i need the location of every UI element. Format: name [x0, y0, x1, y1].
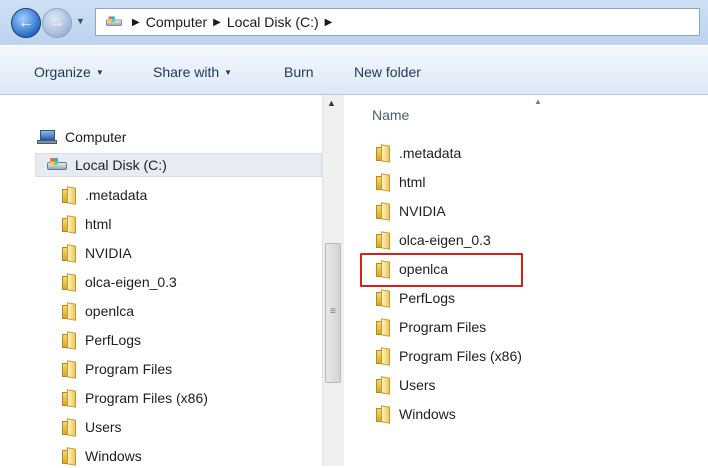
folder-icon — [376, 348, 391, 365]
local-disk-icon — [47, 158, 67, 172]
file-item-label: NVIDIA — [399, 203, 446, 219]
file-item-olca-eigen[interactable]: olca-eigen_0.3 — [376, 228, 491, 252]
column-header-name[interactable]: Name — [372, 107, 409, 123]
nav-item-computer[interactable]: Computer — [37, 125, 126, 149]
nav-item-local-disk[interactable]: Local Disk (C:) — [47, 153, 167, 177]
folder-icon — [62, 216, 77, 233]
forward-arrow-icon: → — [49, 14, 65, 31]
computer-icon — [37, 129, 57, 145]
scroll-up-arrow-icon[interactable]: ▲ — [327, 98, 336, 108]
nav-folder-perflogs[interactable]: PerfLogs — [62, 328, 141, 352]
nav-folder-users[interactable]: Users — [62, 415, 122, 439]
share-with-label: Share with — [153, 64, 220, 80]
file-item-program-files-x86[interactable]: Program Files (x86) — [376, 344, 522, 368]
nav-folder-label: Program Files (x86) — [85, 390, 208, 406]
file-item-users[interactable]: Users — [376, 373, 436, 397]
share-with-button[interactable]: Share with ▼ — [153, 64, 232, 80]
nav-folder-label: openlca — [85, 303, 135, 319]
nav-folder-program-files[interactable]: Program Files — [62, 357, 172, 381]
file-item-nvidia[interactable]: NVIDIA — [376, 199, 446, 223]
folder-icon — [62, 419, 77, 436]
breadcrumb-chevron-icon[interactable]: ▶ — [325, 17, 333, 28]
folder-icon — [62, 274, 77, 291]
nav-folder-label: NVIDIA — [85, 245, 132, 261]
nav-folder-label: .metadata — [85, 187, 148, 203]
openlca-highlight-box — [360, 253, 523, 287]
breadcrumb-chevron-icon[interactable]: ▶ — [213, 17, 221, 28]
breadcrumb-computer[interactable]: Computer — [146, 14, 207, 30]
sort-ascending-icon: ▲ — [534, 97, 542, 106]
file-item-label: .metadata — [399, 145, 462, 161]
back-arrow-icon: ← — [18, 14, 34, 31]
recent-pages-dropdown-icon[interactable]: ▼ — [76, 16, 85, 26]
folder-icon — [62, 187, 77, 204]
file-item-windows[interactable]: Windows — [376, 402, 456, 426]
folder-icon — [376, 145, 391, 162]
chevron-down-icon: ▼ — [95, 68, 104, 77]
nav-folder-program-files-x86[interactable]: Program Files (x86) — [62, 386, 208, 410]
folder-icon — [376, 406, 391, 423]
scrollbar-thumb[interactable]: ≡ — [325, 243, 341, 383]
folder-icon — [62, 390, 77, 407]
nav-folder-label: olca-eigen_0.3 — [85, 274, 177, 290]
nav-folder-label: html — [85, 216, 112, 232]
back-button[interactable]: ← — [11, 8, 41, 38]
address-bar-area: ← → ▼ ▶ Computer ▶ Local Disk (C:) ▶ — [0, 0, 708, 45]
file-item-label: Windows — [399, 406, 456, 422]
nav-folder-metadata[interactable]: .metadata — [62, 183, 147, 207]
chevron-down-icon: ▼ — [224, 68, 233, 77]
file-item-label: Users — [399, 377, 436, 393]
file-item-perflogs[interactable]: PerfLogs — [376, 286, 455, 310]
nav-folder-label: Windows — [85, 448, 142, 464]
nav-folder-label: Program Files — [85, 361, 173, 377]
scrollbar-grip-icon: ≡ — [330, 306, 336, 317]
nav-folder-label: PerfLogs — [85, 332, 142, 348]
folder-icon — [62, 448, 77, 465]
navigation-pane-scrollbar[interactable]: ▲ ≡ — [322, 95, 344, 466]
breadcrumb-chevron-icon[interactable]: ▶ — [132, 17, 140, 28]
folder-icon — [376, 232, 391, 249]
nav-folder-nvidia[interactable]: NVIDIA — [62, 241, 132, 265]
location-icon — [104, 15, 122, 29]
nav-item-label: Computer — [65, 129, 127, 145]
folder-icon — [62, 361, 77, 378]
file-item-html[interactable]: html — [376, 170, 425, 194]
file-item-program-files[interactable]: Program Files — [376, 315, 486, 339]
folder-icon — [376, 319, 391, 336]
nav-folder-windows[interactable]: Windows — [62, 444, 142, 468]
file-item-label: html — [399, 174, 426, 190]
folder-icon — [376, 377, 391, 394]
nav-folder-openlca[interactable]: openlca — [62, 299, 134, 323]
file-item-label: Program Files — [399, 319, 487, 335]
address-bar[interactable]: ▶ Computer ▶ Local Disk (C:) ▶ — [95, 8, 700, 36]
file-item-label: Program Files (x86) — [399, 348, 522, 364]
navigation-pane: Computer Local Disk (C:) .metadata html … — [0, 95, 322, 466]
folder-icon — [376, 203, 391, 220]
forward-button[interactable]: → — [42, 8, 72, 38]
folder-icon — [376, 290, 391, 307]
command-bar: Organize ▼ Share with ▼ Burn New folder — [0, 45, 708, 95]
breadcrumb-local-disk[interactable]: Local Disk (C:) — [227, 14, 319, 30]
nav-folder-html[interactable]: html — [62, 212, 111, 236]
folder-icon — [376, 174, 391, 191]
burn-button[interactable]: Burn — [284, 64, 314, 80]
file-item-label: PerfLogs — [399, 290, 456, 306]
organize-label: Organize — [34, 64, 91, 80]
file-item-label: olca-eigen_0.3 — [399, 232, 491, 248]
nav-folder-olca-eigen[interactable]: olca-eigen_0.3 — [62, 270, 177, 294]
folder-icon — [62, 303, 77, 320]
nav-item-label: Local Disk (C:) — [75, 157, 167, 173]
nav-folder-label: Users — [85, 419, 122, 435]
file-item-metadata[interactable]: .metadata — [376, 141, 461, 165]
folder-icon — [62, 245, 77, 262]
organize-button[interactable]: Organize ▼ — [34, 64, 104, 80]
folder-icon — [62, 332, 77, 349]
new-folder-button[interactable]: New folder — [354, 64, 421, 80]
